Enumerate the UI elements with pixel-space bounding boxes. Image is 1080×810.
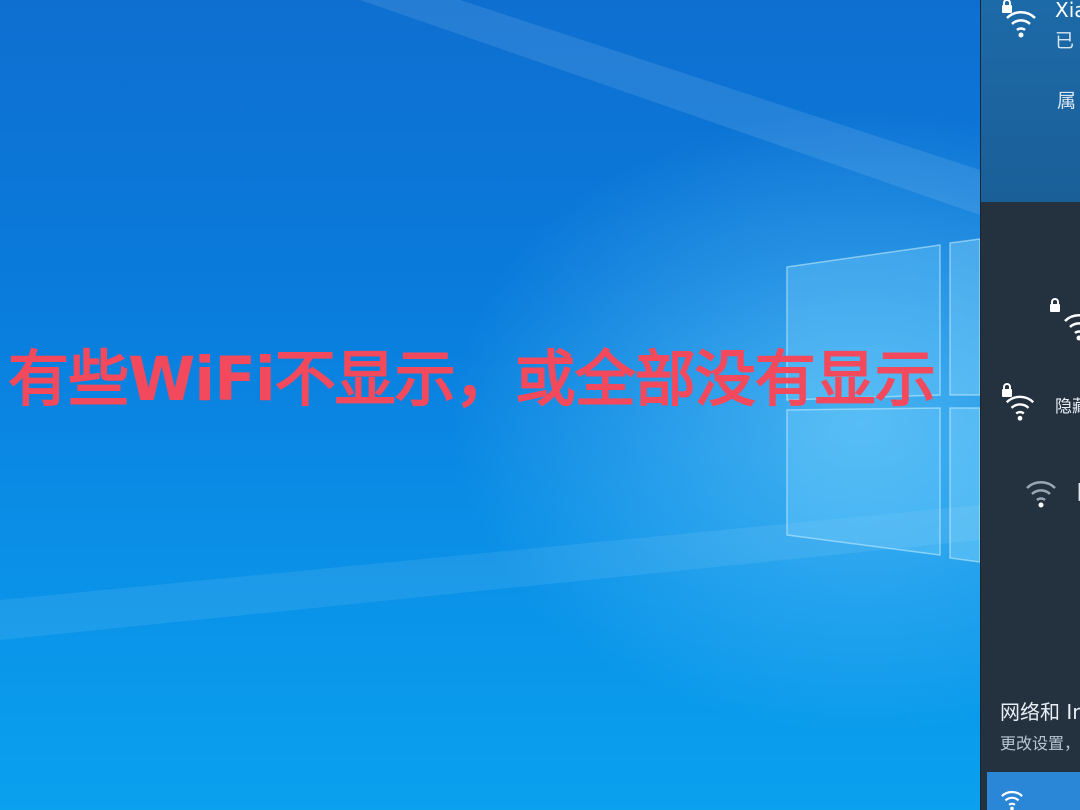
network-list-item[interactable] [981,468,1080,528]
network-settings-subtitle: 更改设置， [1000,734,1080,753]
connected-network-card[interactable]: Xia 已 属 [981,0,1080,202]
connected-network-status: 已 [1055,30,1075,52]
wifi-icon [1003,4,1039,44]
wifi-icon [1023,474,1059,514]
network-settings-title: 网络和 In [1000,700,1080,724]
overlay-caption: 有些WiFi不显示，或全部没有显示 [8,344,936,415]
wifi-icon [999,786,1025,810]
network-list-item[interactable] [981,285,1080,345]
properties-link[interactable]: 属 [1057,86,1076,113]
wifi-quick-action-tile[interactable] [987,772,1080,810]
connected-network-name: Xia [1055,0,1080,22]
lock-icon [1049,297,1061,316]
